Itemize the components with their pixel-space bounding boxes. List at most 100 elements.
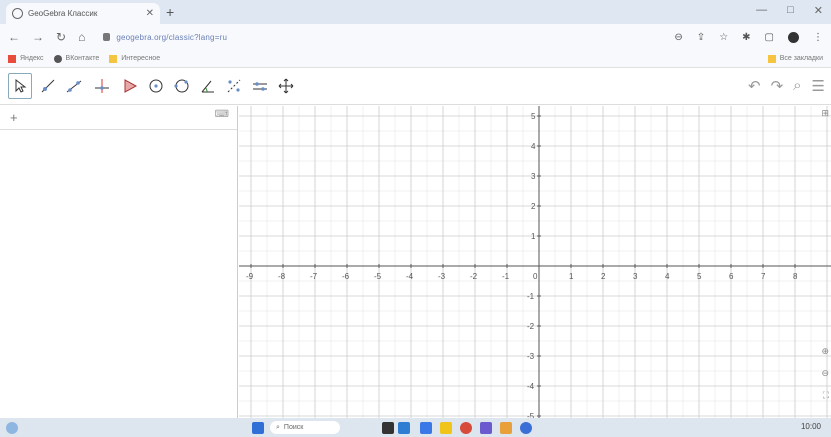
- x-tick-label: -8: [278, 272, 286, 281]
- profile-avatar[interactable]: [788, 31, 799, 43]
- weather-icon[interactable]: [6, 422, 18, 434]
- star-icon[interactable]: ☆: [719, 32, 728, 43]
- polygon-tool-button[interactable]: [118, 73, 142, 99]
- window-controls: — □ ✕: [756, 4, 823, 17]
- add-input-icon[interactable]: +: [10, 110, 18, 125]
- maximize-button[interactable]: □: [787, 4, 794, 17]
- new-tab-button[interactable]: +: [166, 4, 174, 20]
- folder-icon: [109, 54, 118, 63]
- circle-tool-button[interactable]: [144, 73, 168, 99]
- zoom-in-icon[interactable]: ⊕: [821, 346, 829, 357]
- algebra-input-row[interactable]: +: [0, 106, 237, 130]
- search-icon[interactable]: ⌕: [793, 77, 801, 95]
- clock[interactable]: 10:00: [801, 422, 821, 431]
- bookmark-icon: [8, 54, 16, 63]
- graphics-style-icon[interactable]: ⊞: [821, 108, 829, 119]
- home-icon[interactable]: ⌂: [78, 30, 85, 44]
- redo-icon[interactable]: ↷: [771, 77, 784, 95]
- point-tool-button[interactable]: [36, 73, 60, 99]
- y-tick-label: -2: [527, 322, 535, 331]
- extensions-area: ⊖ ⇪ ☆ ✱ ▢ ⋮: [674, 31, 823, 43]
- app-icon[interactable]: [480, 422, 492, 434]
- sidebar-icon[interactable]: ▢: [765, 32, 774, 43]
- move-graphics-tool-button[interactable]: [274, 73, 298, 99]
- browser-tab[interactable]: GeoGebra Классик ✕: [6, 3, 160, 24]
- app-icon[interactable]: [520, 422, 532, 434]
- cursor-icon: [15, 78, 27, 93]
- perpendicular-tool-button[interactable]: [90, 73, 114, 99]
- x-tick-label: 0: [533, 272, 538, 281]
- reflect-tool-button[interactable]: [222, 73, 246, 99]
- minimize-button[interactable]: —: [756, 4, 767, 17]
- forward-arrow-icon[interactable]: →: [32, 30, 44, 44]
- start-button-icon[interactable]: [252, 422, 264, 434]
- toolbar-right-controls: ↶ ↷ ⌕ ☰: [748, 77, 825, 95]
- graphics-view[interactable]: -9 -8 -7 -6 -5 -4 -3 -2 -1 0 1 2 3 4 5 6 7 8 5 4 3 2 1 -1 -2 -3 -4…: [239, 106, 831, 418]
- all-bookmarks[interactable]: Все закладки: [767, 54, 823, 63]
- search-icon: ⌕: [276, 423, 280, 431]
- x-tick-label: -9: [246, 272, 254, 281]
- undo-icon[interactable]: ↶: [748, 77, 761, 95]
- extension-icon[interactable]: ✱: [742, 32, 750, 43]
- tab-title: GeoGebra Классик: [28, 9, 98, 18]
- lock-icon: [103, 33, 111, 41]
- circle-points-icon: [174, 79, 189, 93]
- line-tool-button[interactable]: [62, 73, 86, 99]
- close-tab-icon[interactable]: ✕: [146, 8, 154, 19]
- address-bar-row: ← → ↻ ⌂ geogebra.org/classic?lang=ru ⊖ ⇪…: [0, 24, 831, 50]
- bookmark-item[interactable]: Яндекс: [8, 54, 44, 63]
- back-arrow-icon[interactable]: ←: [8, 30, 20, 44]
- zoom-icon[interactable]: ⊖: [674, 32, 682, 43]
- x-tick-label: -7: [310, 272, 318, 281]
- file-explorer-icon[interactable]: [440, 422, 452, 434]
- move-arrows-icon: [278, 78, 294, 94]
- bookmark-item[interactable]: Интересное: [109, 54, 160, 63]
- x-tick-label: 1: [569, 272, 574, 281]
- x-tick-label: 2: [601, 272, 606, 281]
- y-tick-label: -3: [527, 352, 535, 361]
- x-tick-label: 7: [761, 272, 766, 281]
- angle-tool-button[interactable]: [196, 73, 220, 99]
- polygon-icon: [124, 79, 138, 93]
- close-window-button[interactable]: ✕: [814, 4, 823, 17]
- browser-tab-strip: GeoGebra Классик ✕ + — □ ✕: [0, 0, 831, 24]
- y-tick-label: 4: [531, 142, 536, 151]
- url-text: geogebra.org/classic?lang=ru: [116, 32, 228, 42]
- x-tick-label: -1: [502, 272, 510, 281]
- fullscreen-icon[interactable]: ⛶: [823, 390, 829, 401]
- x-tick-label: -3: [438, 272, 446, 281]
- taskbar-search[interactable]: ⌕ Поиск: [270, 421, 340, 434]
- slider-tool-button[interactable]: [248, 73, 272, 99]
- bookmark-icon: [53, 54, 62, 63]
- circle-icon: [149, 79, 163, 93]
- geogebra-favicon-icon: [12, 8, 23, 19]
- line-icon: [66, 80, 82, 93]
- edge-browser-icon[interactable]: [420, 422, 432, 434]
- widgets-icon[interactable]: [398, 422, 410, 434]
- zoom-out-icon[interactable]: ⊖: [821, 368, 829, 379]
- slider-icon: [253, 82, 267, 91]
- browser-menu-icon[interactable]: ⋮: [813, 32, 823, 43]
- angle-icon: [201, 80, 214, 93]
- x-tick-label: -5: [374, 272, 382, 281]
- reflect-icon: [227, 79, 241, 93]
- url-field[interactable]: geogebra.org/classic?lang=ru: [97, 27, 663, 47]
- algebra-view: + ⌨: [0, 106, 238, 418]
- store-icon[interactable]: [500, 422, 512, 434]
- chrome-icon[interactable]: [460, 422, 472, 434]
- geogebra-toolbar: ↶ ↷ ⌕ ☰: [0, 69, 831, 105]
- reload-icon[interactable]: ↻: [56, 30, 66, 44]
- y-tick-label: -1: [527, 292, 535, 301]
- y-tick-label: 5: [531, 112, 536, 121]
- coordinate-plane[interactable]: -9 -8 -7 -6 -5 -4 -3 -2 -1 0 1 2 3 4 5 6 7 8 5 4 3 2 1 -1 -2 -3 -4…: [239, 106, 831, 418]
- y-tick-label: 2: [531, 202, 536, 211]
- bookmarks-bar: Яндекс ВКонтакте Интересное Все закладки: [0, 50, 831, 68]
- menu-icon[interactable]: ☰: [812, 77, 825, 95]
- bookmark-item[interactable]: ВКонтакте: [53, 54, 99, 63]
- move-tool-button[interactable]: [8, 73, 32, 99]
- keyboard-icon[interactable]: ⌨: [215, 109, 229, 120]
- share-icon[interactable]: ⇪: [697, 32, 705, 43]
- task-view-icon[interactable]: [382, 422, 394, 434]
- x-tick-label: 4: [665, 272, 670, 281]
- circle-three-points-tool-button[interactable]: [170, 73, 194, 99]
